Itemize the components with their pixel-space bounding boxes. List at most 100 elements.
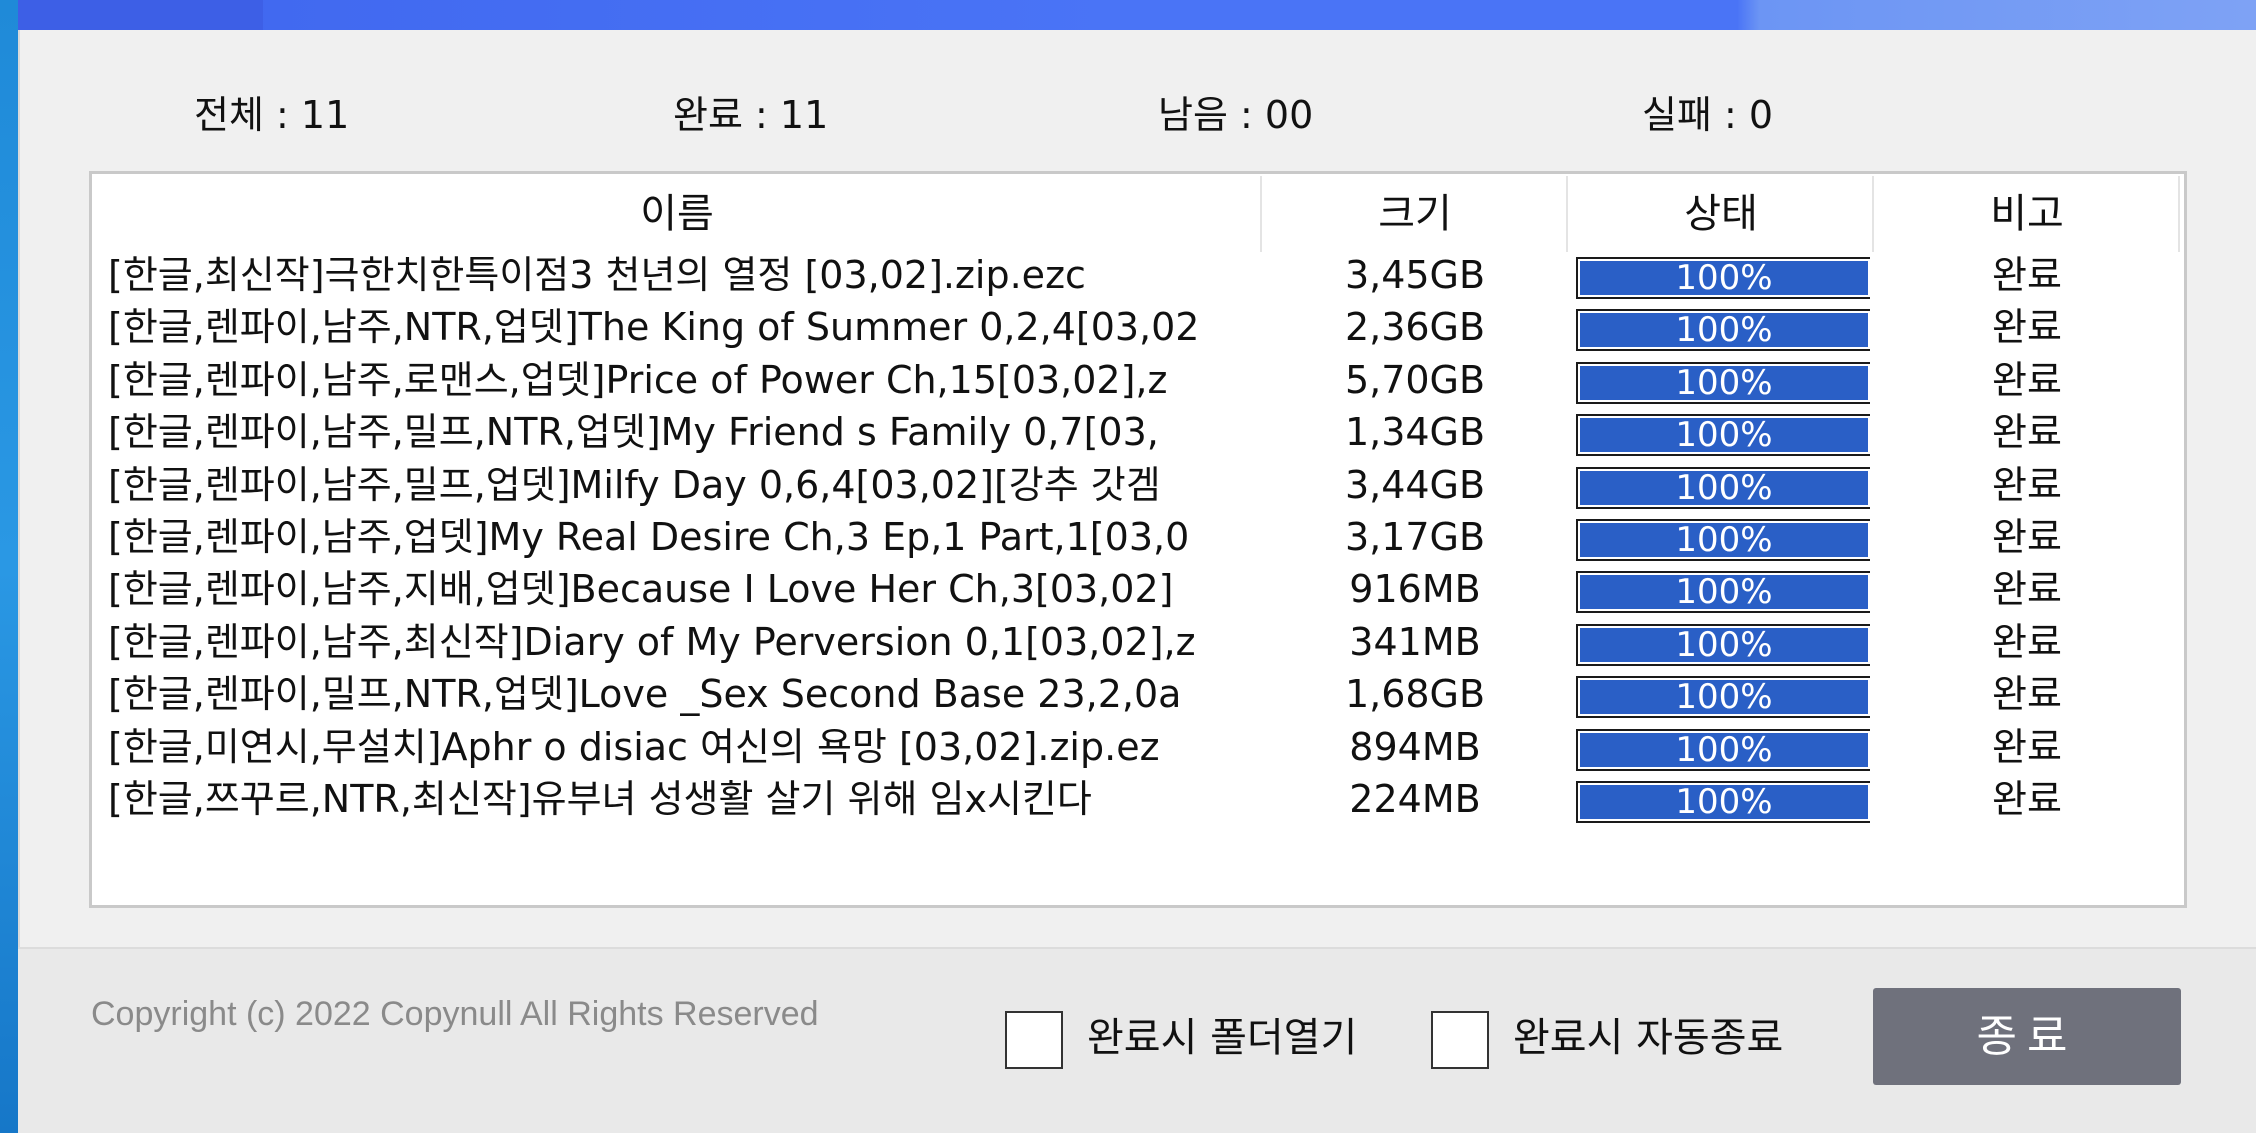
list-item[interactable]: [한글,렌파이,남주,로맨스,업뎃]Price of Power Ch,15[0… [92, 354, 2184, 406]
file-size: 894MB [1349, 724, 1481, 769]
list-item[interactable]: [한글,렌파이,남주,밀프,NTR,업뎃]My Friend s Family … [92, 406, 2184, 458]
file-status: 100% [1570, 773, 1870, 825]
column-divider[interactable] [2178, 176, 2180, 252]
list-item[interactable]: [한글,렌파이,남주,밀프,업뎃]Milfy Day 0,6,4[03,02][… [92, 459, 2184, 511]
progress-label: 100% [1675, 572, 1773, 613]
file-size: 3,45GB [1344, 253, 1486, 297]
file-note: 완료 [1992, 462, 2062, 507]
progress-bar: 100% [1576, 309, 1870, 352]
file-status: 100% [1570, 249, 1870, 301]
file-status: 100% [1570, 668, 1870, 720]
progress-label: 100% [1675, 258, 1773, 298]
progress-label: 100% [1675, 782, 1773, 822]
copyright-text: Copyright (c) 2022 Copynull All Rights R… [91, 995, 819, 1033]
stat-total-value: 11 [300, 93, 350, 137]
progress-bar: 100% [1576, 676, 1870, 719]
file-status: 100% [1570, 354, 1870, 406]
exit-button[interactable]: 종료 [1873, 988, 2181, 1085]
title-bar[interactable] [0, 0, 2256, 30]
file-name: [한글,렌파이,남주,로맨스,업뎃]Price of Power Ch,15[0… [108, 357, 1168, 402]
auto-exit-checkbox[interactable] [1431, 1011, 1489, 1069]
list-item[interactable]: [한글,렌파이,남주,최신작]Diary of My Perversion 0,… [92, 616, 2184, 668]
file-size: 3,44GB [1344, 462, 1486, 507]
stat-done-label: 완료 : [673, 93, 780, 137]
progress-bar: 100% [1576, 623, 1870, 666]
list-item[interactable]: [한글,렌파이,남주,업뎃]My Real Desire Ch,3 Ep,1 P… [92, 511, 2184, 563]
list-item[interactable]: [한글,렌파이,밀프,NTR,업뎃]Love _Sex Second Base … [92, 668, 2184, 720]
list-item[interactable]: [한글,미연시,무설치]Aphr o disiac 여신의 욕망 [03,02]… [92, 721, 2184, 773]
stat-total-label: 전체 : [194, 93, 301, 137]
file-status: 100% [1570, 459, 1870, 511]
stat-total: 전체 : 11 [194, 90, 349, 140]
file-list[interactable]: 이름 크기 상태 비고 [한글,최신작]극한치한특이점3 천년의 열정 [03,… [89, 171, 2187, 908]
list-item[interactable]: [한글,최신작]극한치한특이점3 천년의 열정 [03,02].zip.ezc 3… [92, 249, 2184, 301]
file-name: [한글,렌파이,남주,최신작]Diary of My Perversion 0,… [108, 619, 1196, 664]
file-name: [한글,렌파이,남주,밀프,업뎃]Milfy Day 0,6,4[03,02][… [108, 462, 1161, 507]
progress-bar: 100% [1576, 466, 1870, 509]
downloader-window: 전체 : 11 완료 : 11 남음 : 00 실패 : 0 이름 크기 상태 … [0, 0, 2256, 1133]
file-name: [한글,렌파이,남주,지배,업뎃]Because I Love Her Ch,3… [108, 567, 1174, 612]
file-note: 완료 [1992, 357, 2062, 402]
file-note: 완료 [1992, 567, 2062, 612]
stat-remaining-label: 남음 : [1158, 93, 1265, 137]
file-note: 완료 [1992, 619, 2062, 664]
list-item[interactable]: [한글,쯔꾸르,NTR,최신작]유부녀 성생활 살기 위해 임x시킨다 224MB… [92, 773, 2184, 825]
progress-label: 100% [1675, 310, 1773, 351]
column-header-note[interactable]: 비고 [1874, 174, 2180, 254]
file-note: 완료 [1992, 515, 2062, 559]
stat-remaining: 남음 : 00 [1158, 90, 1313, 140]
list-header: 이름 크기 상태 비고 [92, 174, 2184, 254]
file-status: 100% [1570, 511, 1870, 563]
file-size: 341MB [1349, 619, 1481, 664]
open-folder-checkbox[interactable] [1005, 1011, 1063, 1069]
progress-bar: 100% [1576, 257, 1870, 299]
file-note: 완료 [1992, 410, 2062, 455]
title-bar-accent [18, 0, 263, 30]
progress-bar: 100% [1576, 361, 1870, 404]
stat-done-value: 11 [779, 93, 829, 137]
file-name: [한글,미연시,무설치]Aphr o disiac 여신의 욕망 [03,02]… [108, 724, 1160, 769]
progress-bar: 100% [1576, 414, 1870, 457]
file-size: 1,68GB [1344, 672, 1486, 717]
list-item[interactable]: [한글,렌파이,남주,NTR,업뎃]The King of Summer 0,2… [92, 301, 2184, 353]
file-name: [한글,최신작]극한치한특이점3 천년의 열정 [03,02].zip.ezc [108, 253, 1086, 297]
desktop-edge [0, 0, 18, 1133]
progress-bar: 100% [1576, 728, 1870, 771]
progress-label: 100% [1675, 415, 1773, 456]
stat-done: 완료 : 11 [673, 90, 828, 140]
list-item[interactable]: [한글,렌파이,남주,지배,업뎃]Because I Love Her Ch,3… [92, 563, 2184, 615]
progress-bar: 100% [1576, 571, 1870, 614]
file-note: 완료 [1992, 253, 2062, 297]
column-header-status[interactable]: 상태 [1568, 174, 1874, 254]
stat-remaining-value: 00 [1264, 93, 1314, 137]
progress-label: 100% [1675, 729, 1773, 770]
file-name: [한글,렌파이,밀프,NTR,업뎃]Love _Sex Second Base … [108, 672, 1182, 717]
file-name: [한글,렌파이,남주,NTR,업뎃]The King of Summer 0,2… [108, 305, 1200, 350]
column-header-name[interactable]: 이름 [92, 174, 1262, 254]
file-name: [한글,렌파이,남주,업뎃]My Real Desire Ch,3 Ep,1 P… [108, 515, 1190, 559]
progress-label: 100% [1675, 362, 1773, 403]
file-note: 완료 [1992, 777, 2062, 821]
file-size: 3,17GB [1344, 515, 1486, 559]
file-size: 5,70GB [1344, 357, 1486, 402]
auto-exit-label[interactable]: 완료시 자동종료 [1513, 1006, 1783, 1070]
file-status: 100% [1570, 563, 1870, 615]
progress-label: 100% [1675, 520, 1773, 560]
stat-failed: 실패 : 0 [1642, 90, 1773, 140]
file-name: [한글,쯔꾸르,NTR,최신작]유부녀 성생활 살기 위해 임x시킨다 [108, 777, 1092, 821]
file-note: 완료 [1992, 724, 2062, 769]
file-name: [한글,렌파이,남주,밀프,NTR,업뎃]My Friend s Family … [108, 410, 1159, 455]
file-size: 2,36GB [1344, 305, 1486, 350]
progress-label: 100% [1675, 624, 1773, 665]
open-folder-label[interactable]: 완료시 폴더열기 [1087, 1006, 1357, 1070]
file-size: 224MB [1349, 777, 1481, 821]
file-status: 100% [1570, 616, 1870, 668]
progress-label: 100% [1675, 677, 1773, 718]
progress-bar: 100% [1576, 519, 1870, 561]
file-note: 완료 [1992, 672, 2062, 717]
stat-failed-label: 실패 : [1642, 93, 1749, 137]
file-size: 1,34GB [1344, 410, 1486, 455]
file-size: 916MB [1349, 567, 1481, 612]
stat-failed-value: 0 [1748, 93, 1774, 137]
column-header-size[interactable]: 크기 [1262, 174, 1568, 254]
